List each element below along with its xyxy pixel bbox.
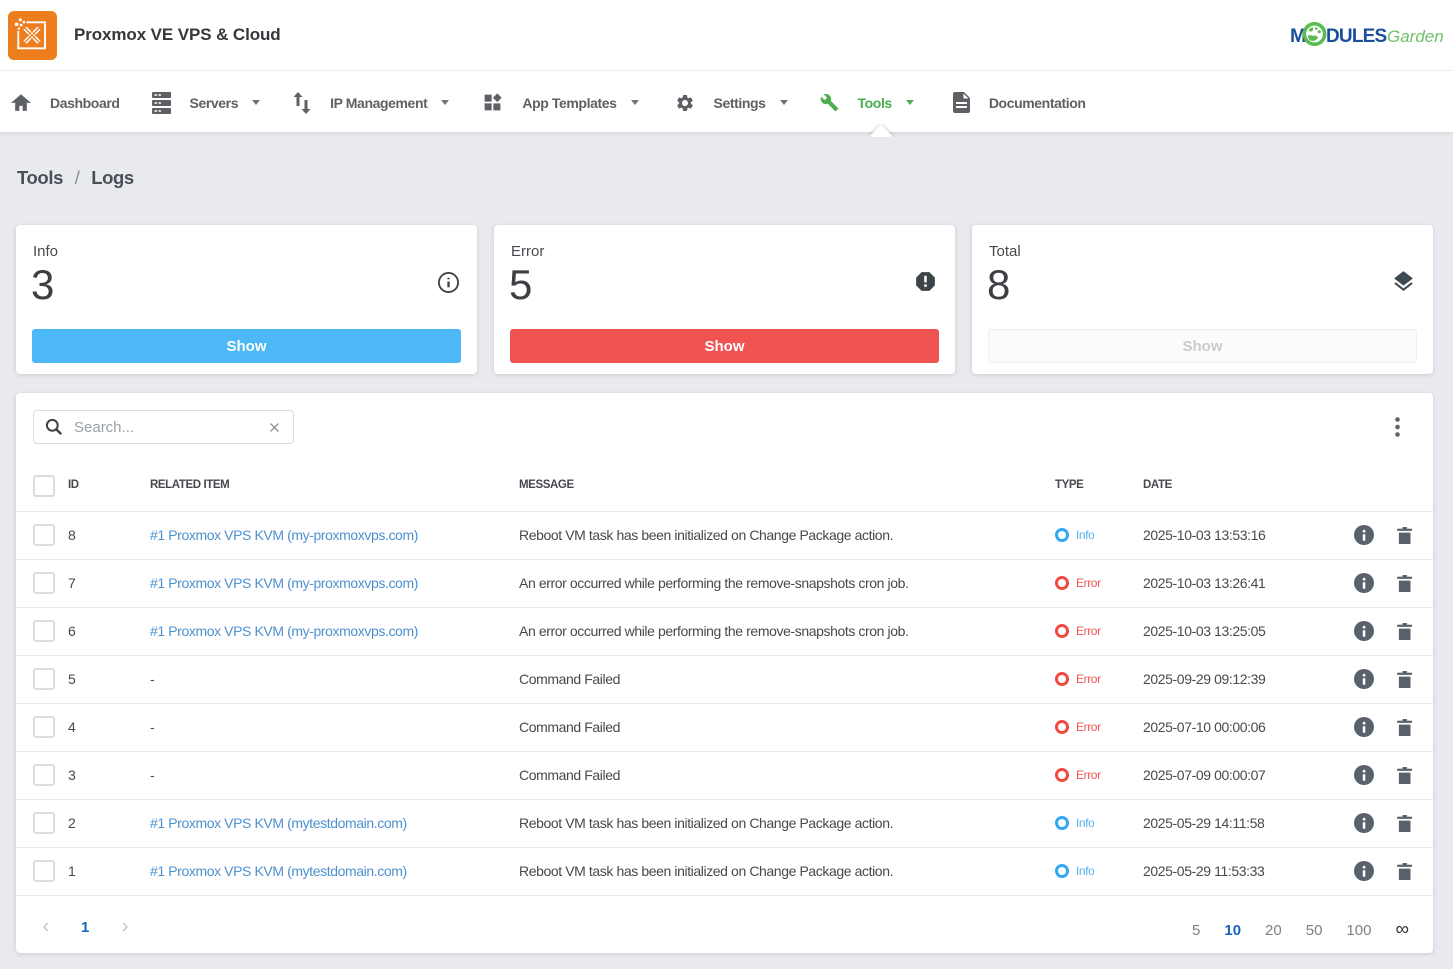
svg-text:Garden: Garden — [1387, 27, 1444, 46]
svg-text:DULES: DULES — [1326, 26, 1387, 47]
